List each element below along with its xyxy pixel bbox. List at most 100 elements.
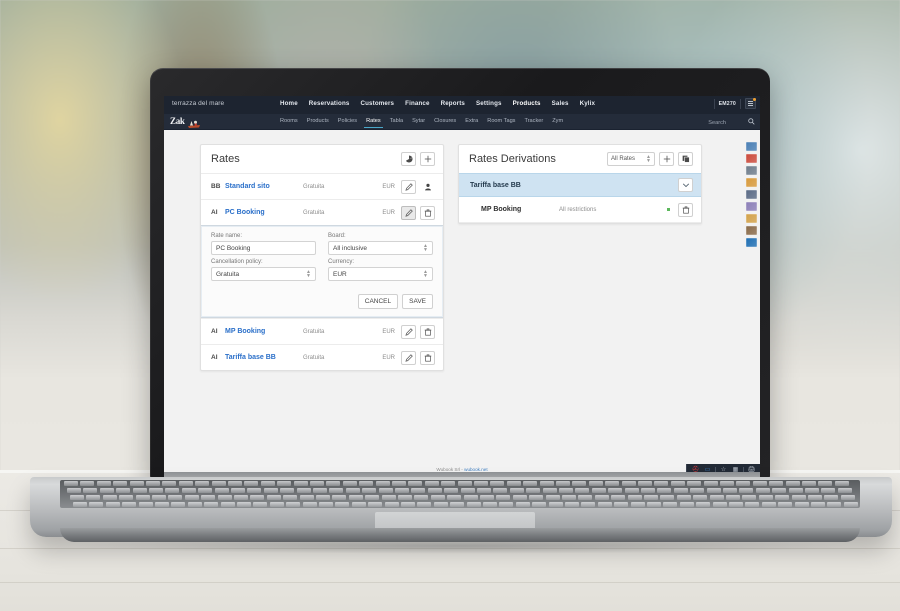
rate-row-actions xyxy=(401,325,435,339)
cancel-button[interactable]: CANCEL xyxy=(358,294,398,309)
table-tool-icon[interactable] xyxy=(746,178,757,187)
pencil-icon[interactable] xyxy=(401,180,416,194)
rate-name-link[interactable]: PC Booking xyxy=(225,209,303,216)
main-menu-item-reports[interactable]: Reports xyxy=(441,100,465,107)
rates-panel-header: Rates xyxy=(201,145,443,173)
sub-menu-item-tracker[interactable]: Tracker xyxy=(524,118,543,128)
menu-icon[interactable] xyxy=(745,98,756,109)
rate-row-actions xyxy=(401,180,435,194)
refresh-tool-icon[interactable] xyxy=(746,154,757,163)
sub-menu: Rooms Products Policies Rates Tabla Sytar Clos… xyxy=(280,118,563,128)
derivation-restrictions: All restrictions xyxy=(559,207,667,213)
rate-policy: Gratuita xyxy=(303,329,382,335)
rate-row-actions xyxy=(401,351,435,365)
doc-tool-icon[interactable] xyxy=(746,214,757,223)
chart-tool-icon[interactable] xyxy=(746,226,757,235)
list-tool-icon[interactable] xyxy=(746,202,757,211)
pie-chart-icon[interactable] xyxy=(401,152,416,166)
keyboard-row xyxy=(60,481,860,487)
cancellation-policy-select[interactable]: Gratuita▲▼ xyxy=(211,267,316,281)
sub-menu-item-rooms[interactable]: Rooms xyxy=(280,118,298,128)
derivation-name[interactable]: MP Booking xyxy=(481,206,559,213)
copy-icon[interactable] xyxy=(678,152,693,166)
rate-name-value: PC Booking xyxy=(216,245,250,252)
select-arrows-icon: ▲▼ xyxy=(423,244,428,253)
footer-link[interactable]: wubook.net xyxy=(464,467,488,472)
main-menu-item-products[interactable]: Products xyxy=(513,100,541,107)
sub-menu-item-room-tags[interactable]: Room Tags xyxy=(487,118,515,128)
pencil-icon[interactable] xyxy=(401,206,416,220)
board-select[interactable]: All inclusive▲▼ xyxy=(328,241,433,255)
user-badge[interactable]: EM270 xyxy=(714,99,741,109)
pencil-icon[interactable] xyxy=(401,325,416,339)
sub-menu-item-closures[interactable]: Closures xyxy=(434,118,456,128)
grid-tool-icon[interactable] xyxy=(746,190,757,199)
sub-menu-item-tabla[interactable]: Tabla xyxy=(390,118,403,128)
excel-tool-icon[interactable] xyxy=(746,238,757,247)
main-menu-item-finance[interactable]: Finance xyxy=(405,100,429,107)
rate-code: AI xyxy=(211,328,225,335)
keyboard-row xyxy=(60,488,860,494)
rate-name-label: Rate name: xyxy=(211,233,316,239)
sub-menu-item-zym[interactable]: Zym xyxy=(552,118,563,128)
table-row: AIMP BookingGratuitaEUR xyxy=(201,318,443,344)
board-label: Board: xyxy=(328,233,433,239)
trash-icon[interactable] xyxy=(420,206,435,220)
trash-icon[interactable] xyxy=(420,351,435,365)
app-logo[interactable]: Zak xyxy=(170,116,201,126)
chevron-down-icon[interactable] xyxy=(678,178,693,192)
main-menu-item-sales[interactable]: Sales xyxy=(552,100,569,107)
derivation-group-header[interactable]: Tariffa base BB xyxy=(459,173,701,197)
select-arrows-icon: ▲▼ xyxy=(646,155,651,164)
derivations-panel-actions: All Rates ▲▼ xyxy=(607,152,693,166)
search-box[interactable]: Search xyxy=(708,118,755,127)
user-icon[interactable] xyxy=(420,180,435,194)
page-title: Rates xyxy=(211,153,240,165)
currency-select[interactable]: EUR▲▼ xyxy=(328,267,433,281)
search-icon[interactable] xyxy=(748,118,755,127)
rate-name-link[interactable]: Standard sito xyxy=(225,183,303,190)
rate-name-link[interactable]: Tariffa base BB xyxy=(225,354,303,361)
main-menu-item-customers[interactable]: Customers xyxy=(360,100,394,107)
rate-name-link[interactable]: MP Booking xyxy=(225,328,303,335)
sub-menu-item-rates[interactable]: Rates xyxy=(366,118,381,128)
sub-menu-item-sytar[interactable]: Sytar xyxy=(412,118,425,128)
rate-code: BB xyxy=(211,183,225,190)
search-input[interactable]: Search xyxy=(708,120,726,126)
rate-name-input[interactable]: PC Booking xyxy=(211,241,316,255)
plus-icon[interactable] xyxy=(420,152,435,166)
main-menu-item-reservations[interactable]: Reservations xyxy=(309,100,350,107)
rates-list: BBStandard sitoGratuitaEURAIPC BookingGr… xyxy=(201,173,443,370)
main-menu: Home Reservations Customers Finance Reports S… xyxy=(280,100,595,107)
rate-policy: Gratuita xyxy=(303,355,382,361)
trash-icon[interactable] xyxy=(420,325,435,339)
rate-currency: EUR xyxy=(382,355,395,361)
notification-dot xyxy=(753,98,756,101)
rate-currency: EUR xyxy=(382,184,395,190)
rates-filter-value: All Rates xyxy=(611,156,635,162)
main-menu-item-settings[interactable]: Settings xyxy=(476,100,502,107)
rates-filter-select[interactable]: All Rates ▲▼ xyxy=(607,152,655,166)
save-button[interactable]: SAVE xyxy=(402,294,433,309)
derivations-panel-header: Rates Derivations All Rates ▲▼ xyxy=(459,145,701,173)
status-badge xyxy=(667,208,670,211)
laptop-keyboard xyxy=(60,480,860,508)
plus-icon[interactable] xyxy=(659,152,674,166)
calendar-tool-icon[interactable] xyxy=(746,142,757,151)
sub-menu-item-extra[interactable]: Extra xyxy=(465,118,478,128)
rate-policy: Gratuita xyxy=(303,184,382,190)
table-row: AIPC BookingGratuitaEUR xyxy=(201,199,443,225)
rate-edit-form: Rate name: PC Booking Board: All inclusi… xyxy=(201,225,443,318)
sub-menu-item-products[interactable]: Products xyxy=(307,118,329,128)
trash-icon[interactable] xyxy=(678,203,693,217)
search-tool-icon[interactable] xyxy=(746,166,757,175)
derivations-list: MP BookingAll restrictions xyxy=(459,197,701,223)
keyboard-row xyxy=(60,502,860,508)
main-menu-item-kylix[interactable]: Kylix xyxy=(580,100,596,107)
main-menu-item-home[interactable]: Home xyxy=(280,100,298,107)
rate-code: AI xyxy=(211,354,225,361)
sub-menu-item-policies[interactable]: Policies xyxy=(338,118,357,128)
rate-currency: EUR xyxy=(382,329,395,335)
pencil-icon[interactable] xyxy=(401,351,416,365)
rates-panel: Rates xyxy=(200,144,444,371)
